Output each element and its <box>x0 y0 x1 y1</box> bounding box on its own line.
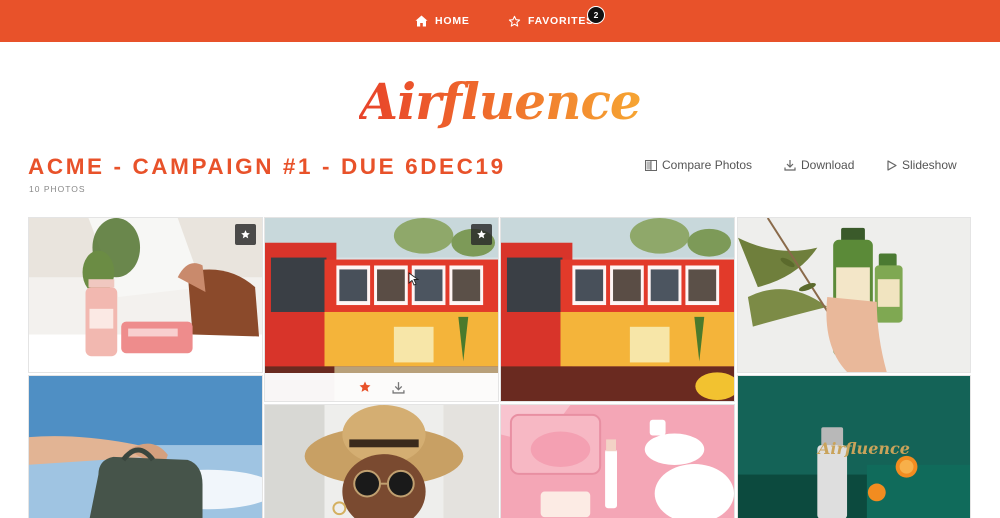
photo-tile[interactable] <box>28 375 263 518</box>
star-icon <box>241 230 250 239</box>
photo-image <box>29 218 262 372</box>
photo-hover-toolbar <box>265 373 498 401</box>
photo-overlay-text: Airfluence <box>818 439 910 458</box>
photo-tile[interactable] <box>500 217 735 402</box>
favorite-toggle-button[interactable] <box>357 379 373 395</box>
download-icon <box>784 160 796 171</box>
photo-tile[interactable] <box>264 404 499 518</box>
download-button[interactable]: Download <box>784 156 854 174</box>
mouse-cursor-icon <box>408 272 420 286</box>
star-icon <box>477 230 486 239</box>
logo-text: Airfluence <box>359 72 641 131</box>
photo-tile[interactable]: Airfluence <box>737 375 971 518</box>
compare-icon <box>645 159 657 171</box>
slideshow-button[interactable]: Slideshow <box>887 156 957 174</box>
photo-image <box>265 405 498 518</box>
photo-image <box>501 218 734 401</box>
compare-photos-button[interactable]: Compare Photos <box>645 156 752 174</box>
photo-tile[interactable] <box>264 217 499 402</box>
star-outline-icon <box>508 15 521 27</box>
brand-logo[interactable]: Airfluence <box>0 72 1000 132</box>
favorite-badge[interactable] <box>471 224 492 245</box>
photo-image <box>501 405 734 518</box>
photo-tile[interactable] <box>737 217 971 373</box>
favorite-badge[interactable] <box>235 224 256 245</box>
favorites-count-badge: 2 <box>587 6 605 24</box>
star-icon <box>359 381 370 392</box>
download-icon <box>392 381 405 394</box>
nav-home-label: HOME <box>435 15 470 27</box>
photo-image <box>29 376 262 518</box>
home-icon <box>415 15 428 27</box>
photo-count: 10 PHOTOS <box>29 184 86 194</box>
photo-download-button[interactable] <box>391 379 407 395</box>
download-label: Download <box>801 158 855 172</box>
nav-favorites[interactable]: FAVORITES 2 <box>508 0 605 42</box>
play-icon <box>887 159 897 171</box>
compare-photos-label: Compare Photos <box>662 158 753 172</box>
photo-tile[interactable] <box>500 404 735 518</box>
top-nav: HOME FAVORITES 2 <box>0 0 1000 42</box>
slideshow-label: Slideshow <box>902 158 957 172</box>
album-actions: Compare Photos Download Slideshow <box>0 156 1000 174</box>
nav-home[interactable]: HOME <box>415 0 470 42</box>
photo-tile[interactable] <box>28 217 263 373</box>
photo-image <box>738 218 970 372</box>
nav-favorites-label: FAVORITES <box>528 15 594 27</box>
